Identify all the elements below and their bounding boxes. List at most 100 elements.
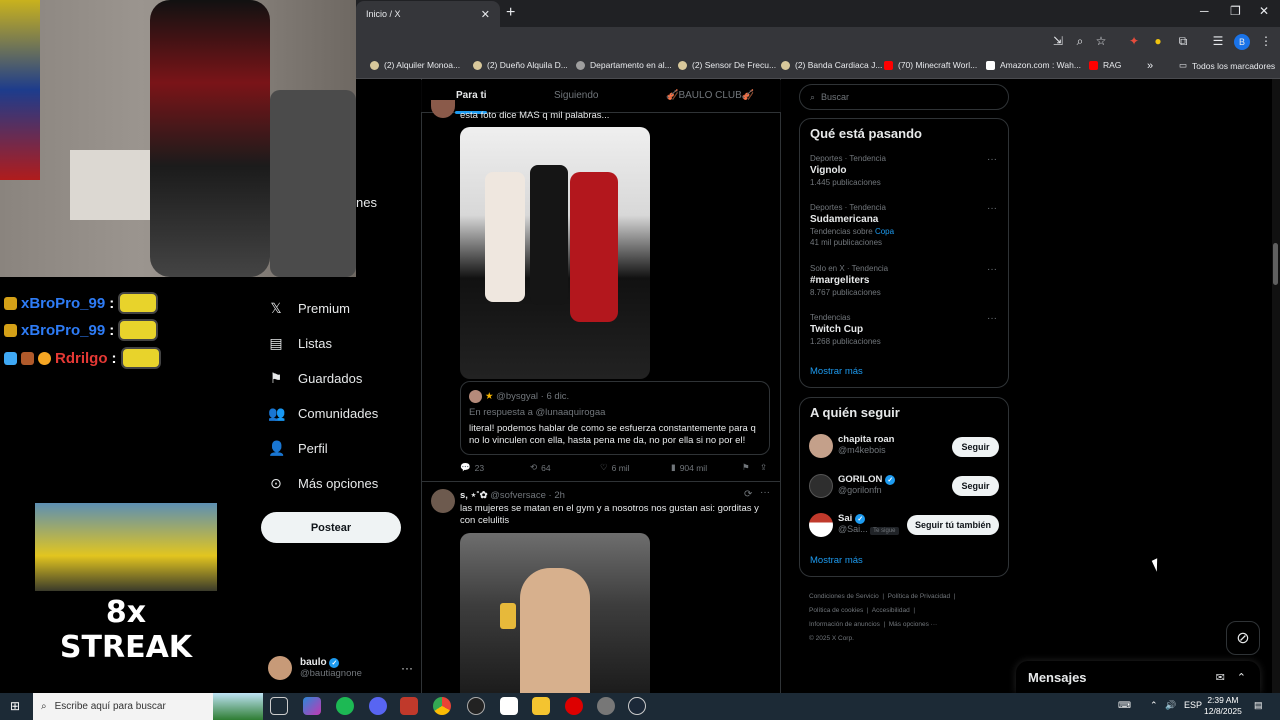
nav-guardados[interactable]: ⚑ Guardados: [268, 370, 363, 387]
volume-icon[interactable]: 🔊: [1165, 700, 1176, 711]
app-icon[interactable]: [400, 697, 418, 715]
tab-siguiendo[interactable]: Siguiendo: [554, 90, 598, 101]
install-app-icon[interactable]: ⇲: [1050, 34, 1066, 50]
footer-link[interactable]: Política de cookies: [809, 607, 863, 614]
share-icon[interactable]: ⇪: [760, 462, 767, 473]
opera-icon[interactable]: [565, 697, 583, 715]
language-indicator[interactable]: ESP: [1184, 700, 1202, 710]
spotify-icon[interactable]: [336, 697, 354, 715]
account-more-icon[interactable]: ···: [401, 661, 413, 675]
post-more-icon[interactable]: ···: [760, 487, 770, 498]
trend-item[interactable]: Deportes · Tendencia Sudamericana Tenden…: [810, 203, 894, 247]
scrollbar-thumb[interactable]: [1273, 243, 1278, 285]
extensions-puzzle-icon[interactable]: ⧉: [1175, 34, 1191, 50]
extension-icon[interactable]: ✦: [1126, 34, 1142, 50]
post-button[interactable]: Postear: [261, 512, 401, 543]
minimize-icon[interactable]: ─: [1200, 4, 1209, 18]
nav-premium[interactable]: 𝕏 Premium: [268, 300, 350, 317]
messages-drawer[interactable]: Mensajes ✉ ⌃: [1016, 661, 1260, 693]
bookmark-item[interactable]: Departamento en al...: [576, 60, 672, 70]
post-image[interactable]: [460, 533, 650, 693]
star-icon[interactable]: ☆: [1093, 34, 1109, 50]
new-message-icon[interactable]: ✉: [1216, 671, 1225, 684]
grok-icon[interactable]: ⊘: [1226, 621, 1260, 655]
bookmark-icon[interactable]: ⚑: [742, 462, 750, 473]
account-switcher[interactable]: baulo ✓ @bautiagnone ···: [268, 654, 413, 682]
nav-listas[interactable]: ▤ Listas: [268, 335, 332, 352]
tab-para-ti[interactable]: Para ti: [456, 90, 487, 101]
post-image[interactable]: [460, 127, 650, 379]
tab-baulo-club[interactable]: 🎻BAULO CLUB🎻: [666, 90, 754, 101]
notifications-icon[interactable]: ▤: [1254, 700, 1263, 711]
trend-more-icon[interactable]: ···: [987, 203, 997, 214]
tab-search-icon[interactable]: ☰: [1210, 34, 1226, 50]
obs-icon[interactable]: [467, 697, 485, 715]
discord-icon[interactable]: [369, 697, 387, 715]
trend-item[interactable]: Deportes · Tendencia Vignolo 1.445 publi…: [810, 154, 886, 187]
follow-user[interactable]: GORILON ✓ @gorilonfn: [838, 474, 896, 495]
follow-user[interactable]: Sai ✓ @Sai... Te sigue: [838, 513, 899, 535]
file-explorer-icon[interactable]: [532, 697, 550, 715]
chrome-icon[interactable]: [433, 697, 451, 715]
avatar[interactable]: [809, 434, 833, 458]
avatar[interactable]: [809, 513, 833, 537]
avatar[interactable]: [809, 474, 833, 498]
nav-perfil[interactable]: 👤 Perfil: [268, 440, 328, 457]
bookmark-item[interactable]: (70) Minecraft Worl...: [884, 60, 977, 70]
footer-link[interactable]: Información de anuncios: [809, 621, 880, 628]
trend-more-icon[interactable]: ···: [987, 154, 997, 165]
follow-button[interactable]: Seguir: [952, 437, 999, 457]
bookmarks-overflow-icon[interactable]: »: [1147, 60, 1153, 72]
taskbar-clock[interactable]: 2:39 AM 12/8/2025: [1204, 695, 1242, 717]
search-input[interactable]: ⌕ Buscar: [799, 84, 1009, 110]
scrollbar[interactable]: [1272, 79, 1280, 693]
tab-close-icon[interactable]: ✕: [481, 8, 490, 21]
trend-item[interactable]: Solo en X · Tendencia #margeliters 8.767…: [810, 264, 888, 297]
zoom-icon[interactable]: ⌕: [1072, 34, 1088, 50]
all-bookmarks[interactable]: ▭ Todos los marcadores: [1179, 60, 1275, 71]
extension-color-icon[interactable]: ●: [1150, 34, 1166, 50]
trend-item[interactable]: Tendencias Twitch Cup 1.268 publicacione…: [810, 313, 881, 346]
trend-more-icon[interactable]: ···: [987, 264, 997, 275]
profile-avatar[interactable]: B: [1234, 34, 1250, 50]
views-action[interactable]: ▮ 904 mil: [671, 462, 707, 473]
follow-button[interactable]: Seguir: [952, 476, 999, 496]
browser-tab[interactable]: Inicio / X ✕: [356, 1, 500, 27]
window-close-icon[interactable]: ✕: [1259, 4, 1269, 18]
footer-link[interactable]: Más opciones ···: [889, 621, 937, 628]
taskbar-search[interactable]: ⌕ Escribe aquí para buscar: [33, 693, 263, 720]
bookmark-item[interactable]: (2) Dueño Alquila D...: [473, 60, 568, 70]
bookmark-item[interactable]: (2) Alquiler Monoa...: [370, 60, 460, 70]
trends-show-more[interactable]: Mostrar más: [810, 366, 863, 377]
windows-start-icon[interactable]: ⊞: [10, 699, 20, 713]
browser-menu-icon[interactable]: ⋮: [1258, 34, 1274, 50]
footer-link[interactable]: Accesibilidad: [872, 607, 910, 614]
bookmark-item[interactable]: Amazon.com : Wah...: [986, 60, 1081, 70]
nav-comunidades[interactable]: 👥 Comunidades: [268, 405, 378, 422]
tray-chevron-icon[interactable]: ⌃: [1150, 700, 1158, 711]
copilot-icon[interactable]: [303, 697, 321, 715]
like-action[interactable]: ♡ 6 mil: [600, 462, 630, 473]
quoted-post[interactable]: ★ @bysgyal · 6 dic. En respuesta a @luna…: [460, 381, 770, 455]
reply-action[interactable]: 💬 23: [460, 462, 484, 473]
grok-icon[interactable]: ⟳: [744, 489, 752, 500]
nav-mas-opciones[interactable]: ⊙ Más opciones: [268, 475, 378, 492]
expand-icon[interactable]: ⌃: [1237, 671, 1246, 684]
restore-icon[interactable]: ❐: [1230, 4, 1241, 18]
bookmark-item[interactable]: RAG: [1089, 60, 1121, 70]
task-view-icon[interactable]: [270, 697, 288, 715]
tray-keyboard-icon[interactable]: ⌨: [1118, 700, 1131, 711]
follow-show-more[interactable]: Mostrar más: [810, 555, 863, 566]
follow-user[interactable]: chapita roan @m4kebois: [838, 434, 895, 455]
post-avatar[interactable]: [431, 489, 455, 513]
footer-link[interactable]: Condiciones de Servicio: [809, 593, 879, 600]
trend-more-icon[interactable]: ···: [987, 313, 997, 324]
new-tab-button[interactable]: +: [506, 4, 515, 22]
footer-link[interactable]: Política de Privacidad: [888, 593, 951, 600]
app-icon[interactable]: [597, 697, 615, 715]
app-icon[interactable]: [500, 697, 518, 715]
follow-back-button[interactable]: Seguir tú también: [907, 515, 999, 535]
bookmark-item[interactable]: (2) Sensor De Frecu...: [678, 60, 776, 70]
repost-action[interactable]: ⟲ 64: [530, 462, 551, 473]
bookmark-item[interactable]: (2) Banda Cardiaca J...: [781, 60, 882, 70]
